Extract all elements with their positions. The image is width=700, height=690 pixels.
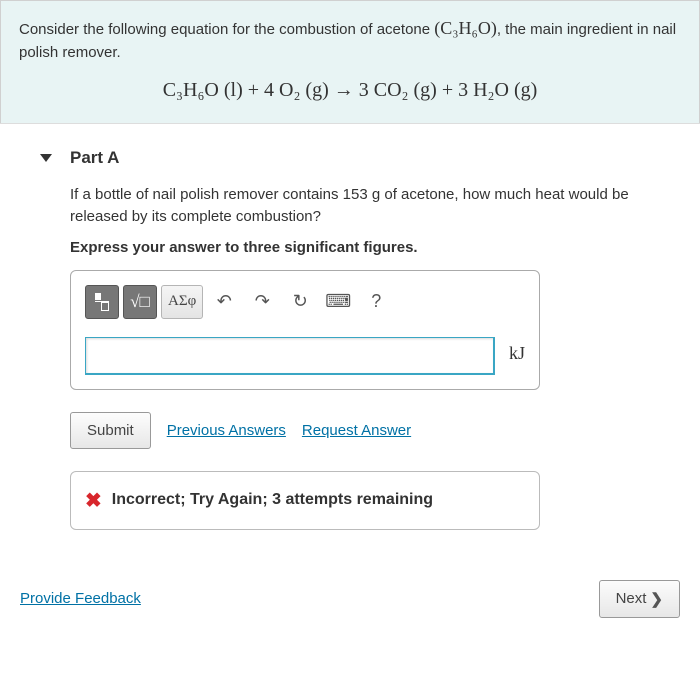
answer-box: √□ ΑΣφ ↶ ↷ ↻ ⌨ <box>70 270 540 390</box>
submit-button[interactable]: Submit <box>70 412 151 449</box>
keyboard-button[interactable]: ⌨ <box>321 285 355 319</box>
unit-label: kJ <box>509 295 525 364</box>
previous-answers-link[interactable]: Previous Answers <box>167 422 286 439</box>
sqrt-button[interactable]: √□ <box>123 285 157 319</box>
next-label: Next <box>616 590 647 607</box>
chevron-right-icon: ❯ <box>650 590 663 608</box>
redo-button[interactable]: ↷ <box>245 285 279 319</box>
request-answer-link[interactable]: Request Answer <box>302 422 411 439</box>
greek-label: ΑΣφ <box>168 293 196 310</box>
chemical-equation: C₃H₆O (l) + 4 O₂ (g) → 3 CO₂ (g) + 3 H₂O… <box>19 75 681 105</box>
reset-button[interactable]: ↻ <box>283 285 317 319</box>
next-button[interactable]: Next ❯ <box>599 580 680 618</box>
problem-formula: (C₃H₆O) <box>434 18 497 38</box>
feedback-message: Incorrect; Try Again; 3 attempts remaini… <box>112 491 433 509</box>
fraction-icon <box>95 293 109 311</box>
redo-icon: ↷ <box>255 291 270 312</box>
help-icon: ? <box>371 291 381 312</box>
help-button[interactable]: ? <box>359 285 393 319</box>
problem-statement: Consider the following equation for the … <box>0 0 700 123</box>
question-text: If a bottle of nail polish remover conta… <box>70 184 680 229</box>
undo-button[interactable]: ↶ <box>207 285 241 319</box>
footer: Provide Feedback Next ❯ <box>0 550 700 638</box>
greek-button[interactable]: ΑΣφ <box>161 285 203 319</box>
reset-icon: ↻ <box>293 291 308 312</box>
chevron-down-icon <box>40 154 52 162</box>
provide-feedback-link[interactable]: Provide Feedback <box>20 590 141 607</box>
sqrt-icon: √□ <box>130 292 150 312</box>
keyboard-icon: ⌨ <box>325 291 351 312</box>
feedback-box: ✖ Incorrect; Try Again; 3 attempts remai… <box>70 471 540 530</box>
part-header[interactable]: Part A <box>0 124 700 184</box>
incorrect-icon: ✖ <box>85 488 102 513</box>
fraction-button[interactable] <box>85 285 119 319</box>
math-toolbar: √□ ΑΣφ ↶ ↷ ↻ ⌨ <box>85 285 495 319</box>
instruction-text: Express your answer to three significant… <box>70 239 680 256</box>
answer-input[interactable] <box>85 337 495 375</box>
problem-intro-pre: Consider the following equation for the … <box>19 21 434 38</box>
part-a: Part A If a bottle of nail polish remove… <box>0 123 700 550</box>
action-row: Submit Previous Answers Request Answer <box>70 412 680 449</box>
undo-icon: ↶ <box>217 291 232 312</box>
part-label: Part A <box>70 148 119 168</box>
